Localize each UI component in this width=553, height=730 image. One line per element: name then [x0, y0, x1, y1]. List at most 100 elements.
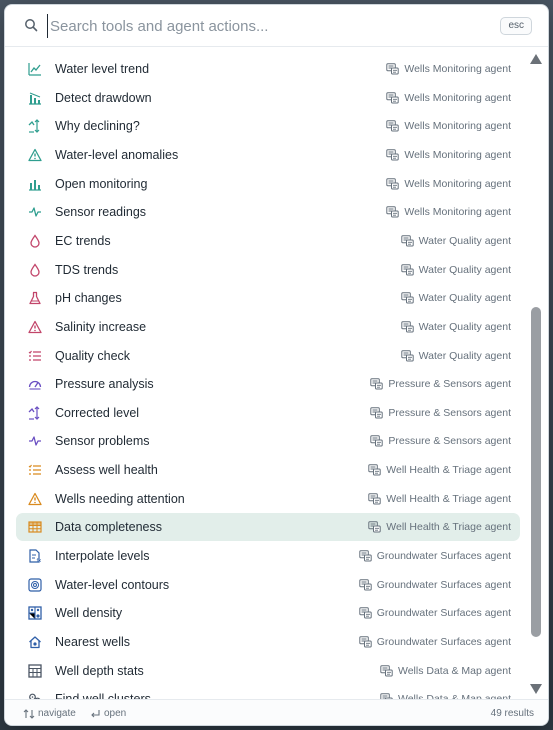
agent-name: Water Quality agent: [418, 234, 511, 247]
agent-name: Wells Monitoring agent: [404, 120, 511, 133]
command-item[interactable]: EC trends Water Quality agent: [16, 227, 520, 255]
clusters-icon: [29, 693, 41, 699]
nearest-house-icon: [29, 636, 41, 649]
command-item[interactable]: Quality check Water Quality agent: [16, 342, 520, 370]
scroll-thumb[interactable]: [531, 307, 541, 637]
trend-level-icon: [28, 405, 40, 420]
agent-name: Wells Monitoring agent: [404, 63, 511, 75]
agent-name: Groundwater Surfaces agent: [376, 607, 511, 620]
command-item[interactable]: Corrected level Pressure & Sensors agent: [16, 399, 520, 427]
warning-triangle-icon: [28, 492, 42, 505]
agent-name: Wells Data & Map agent: [397, 664, 511, 677]
command-item[interactable]: Detect drawdown Wells Monitoring agent: [16, 84, 520, 112]
command-item[interactable]: fx Interpolate levels Groundwater Surfaces…: [16, 542, 520, 570]
agent-tag: Water Quality agent: [400, 234, 511, 247]
command-item-label: pH changes: [55, 291, 122, 306]
checklist-icon: [28, 350, 41, 361]
navigate-label: navigate: [38, 708, 76, 719]
command-item[interactable]: TDS trends Water Quality agent: [16, 256, 520, 284]
command-item-label: Salinity increase: [55, 319, 147, 334]
command-item-label: Pressure analysis: [55, 377, 154, 392]
droplet-icon: [30, 234, 40, 248]
agent-tag: Pressure & Sensors agent: [370, 435, 511, 447]
agent-name: Wells Monitoring agent: [404, 206, 511, 219]
droplet-icon: [30, 262, 40, 277]
agent-tag: Wells Monitoring agent: [386, 120, 511, 132]
command-item-label: TDS trends: [55, 262, 119, 277]
agent-name: Well Health & Triage agent: [386, 464, 511, 477]
esc-key-badge[interactable]: esc: [500, 17, 532, 35]
command-item[interactable]: Nearest wells Groundwater Surfaces agent: [16, 628, 520, 656]
up-down-arrows-icon: [23, 708, 35, 719]
scrollbar[interactable]: [529, 53, 543, 699]
agent-chat-icon: [370, 435, 384, 447]
gauge-icon: [28, 381, 42, 390]
agent-name: Water Quality agent: [418, 292, 511, 305]
command-item-label: Sensor problems: [55, 434, 150, 449]
command-item[interactable]: Why declining? Wells Monitoring agent: [16, 112, 520, 140]
bar-chart-down-icon: [29, 92, 41, 105]
command-item[interactable]: pH changes Water Quality agent: [16, 284, 520, 312]
agent-name: Water Quality agent: [418, 320, 511, 333]
command-item[interactable]: Salinity increase Water Quality agent: [16, 313, 520, 341]
agent-name: Groundwater Surfaces agent: [376, 636, 511, 648]
command-item[interactable]: Well depth stats Wells Data & Map agent: [16, 657, 520, 685]
palette-footer: navigate open 49 results: [5, 699, 548, 725]
flask-icon: [29, 292, 41, 305]
agent-tag: Wells Monitoring agent: [386, 178, 511, 190]
pulse-icon: [29, 207, 41, 217]
scroll-down-arrow-icon[interactable]: [529, 683, 543, 695]
command-item-label: Water level trend: [55, 62, 150, 76]
stats-grid-icon: [28, 663, 42, 678]
command-item[interactable]: Water level trend Wells Monitoring agent: [16, 55, 520, 83]
agent-tag: Wells Data & Map agent: [380, 665, 511, 677]
command-item-label: Why declining?: [55, 119, 140, 134]
agent-chat-icon: [370, 378, 384, 390]
command-item[interactable]: Water-level contours Groundwater Surfaces…: [16, 571, 520, 599]
agent-chat-icon: [386, 91, 400, 104]
warning-triangle-icon: [28, 148, 42, 162]
agent-tag: Water Quality agent: [400, 350, 511, 362]
scroll-up-arrow-icon[interactable]: [529, 53, 543, 65]
agent-chat-icon: [368, 464, 381, 476]
command-item[interactable]: Sensor readings Wells Monitoring agent: [16, 198, 520, 226]
line-chart-icon: [28, 63, 41, 76]
command-item-label: Corrected level: [55, 405, 140, 420]
command-item[interactable]: Data completeness Well Health & Triage ag…: [16, 513, 520, 542]
command-item-label: Open monitoring: [55, 176, 148, 191]
command-item[interactable]: Pressure analysis Pressure & Sensors agen…: [16, 370, 520, 398]
command-item[interactable]: Water-level anomalies Wells Monitoring ag…: [16, 141, 520, 169]
agent-tag: Well Health & Triage agent: [368, 493, 511, 505]
agent-name: Water Quality agent: [418, 263, 511, 276]
results-list: Water level trend Wells Monitoring agent D…: [5, 47, 526, 699]
svg-text:fx: fx: [37, 558, 42, 563]
agent-name: Pressure & Sensors agent: [388, 378, 511, 391]
command-item[interactable]: Open monitoring Wells Monitoring agent: [16, 170, 520, 198]
command-item[interactable]: Wells needing attention Well Health & Tri…: [16, 485, 520, 513]
command-item-label: Water-level anomalies: [55, 147, 179, 162]
agent-chat-icon: [359, 636, 372, 648]
agent-chat-icon: [386, 206, 400, 218]
command-item[interactable]: Sensor problems Pressure & Sensors agent: [16, 427, 520, 455]
command-item-label: Nearest wells: [55, 635, 131, 649]
open-label: open: [104, 708, 127, 719]
agent-name: Well Health & Triage agent: [386, 492, 511, 505]
agent-tag: Water Quality agent: [400, 263, 511, 276]
agent-name: Wells Monitoring agent: [404, 148, 511, 161]
agent-chat-icon: [386, 149, 400, 161]
agent-tag: Groundwater Surfaces agent: [359, 607, 511, 619]
agent-chat-icon: [400, 263, 414, 276]
command-item-label: EC trends: [55, 233, 111, 248]
enter-key-icon: [91, 709, 100, 717]
command-item-label: Data completeness: [55, 520, 163, 535]
open-hint: open: [89, 708, 126, 719]
command-item[interactable]: Find well clustersWells Data & Map agent: [16, 685, 520, 699]
agent-chat-icon: [386, 177, 400, 190]
agent-name: Groundwater Surfaces agent: [376, 550, 511, 563]
search-icon: [25, 19, 38, 32]
search-input[interactable]: [47, 14, 477, 38]
command-item[interactable]: Well density Groundwater Surfaces agent: [16, 599, 520, 627]
command-item[interactable]: Assess well health Well Health & Triage a…: [16, 456, 520, 484]
agent-tag: Pressure & Sensors agent: [370, 407, 511, 419]
agent-name: Groundwater Surfaces agent: [376, 578, 511, 591]
